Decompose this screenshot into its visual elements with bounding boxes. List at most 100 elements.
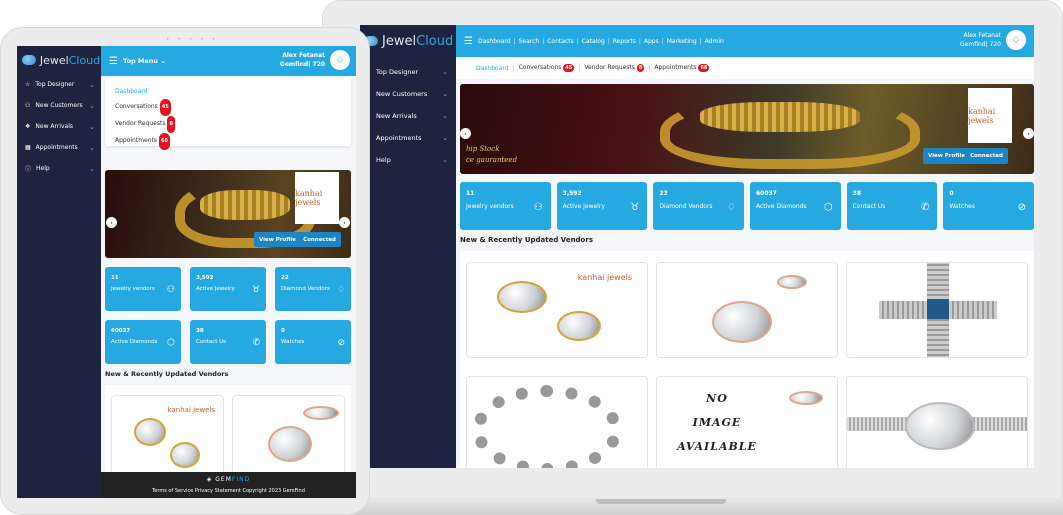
stats-grid: 11 Jewelry vendors ⚇ 3,592 Active Jewelry ♉ … (105, 267, 351, 364)
stat-card-active-diamonds[interactable]: 60037 Active Diamonds ⬡ (749, 182, 841, 230)
vendor-card[interactable] (466, 375, 648, 468)
logo-text-part1: Jewel (39, 53, 69, 67)
menu-item-dashboard[interactable]: Dashboard (115, 84, 341, 99)
sidebar-item-help[interactable]: Help ⌄ (360, 149, 456, 171)
vendor-card[interactable] (232, 395, 345, 475)
diamond-icon: ♢ (727, 202, 736, 213)
connected-button[interactable]: Connected (298, 232, 341, 247)
sidebar-item-top-designer[interactable]: ☆ Top Designer ⌄ (17, 74, 101, 95)
menu-item-appointments[interactable]: Appointments 68 (115, 133, 341, 150)
logo-text-part2: Cloud (416, 33, 454, 49)
footer-links[interactable]: Terms of Service Privacy Statement Copyr… (101, 488, 356, 494)
carousel-next-icon[interactable]: › (339, 217, 350, 228)
stat-card-active-diamonds[interactable]: 60037 Active Diamonds ⬡ (105, 320, 181, 364)
nav-search[interactable]: Search (519, 38, 540, 45)
sidebar-item-new-arrivals[interactable]: ❖ New Arrivals ⌄ (17, 116, 101, 137)
menu-item-label: Vendor Requests (115, 120, 166, 127)
sidebar-item-help[interactable]: ⓘ Help ⌄ (17, 158, 101, 179)
stat-value: 38 (852, 190, 862, 197)
sidebar-item-label: New Arrivals (376, 112, 417, 120)
vendor-card[interactable]: kanhai jewels (111, 395, 224, 475)
stat-card-jewelry-vendors[interactable]: 11 Jewelry vendors ⚇ (460, 182, 551, 230)
nav-marketing[interactable]: Marketing (667, 38, 697, 45)
stat-card-active-jewelry[interactable]: 3,592 Active Jewelry ♉ (190, 267, 266, 311)
desktop-screen: Jewel Cloud Top Designer ⌄ New Customers ⌄ … (360, 25, 1034, 468)
stat-label: Active Diamonds (111, 339, 158, 345)
top-menu-toggle[interactable]: Top Menu ⌄ (123, 57, 166, 65)
sidebar-item-label: Appointments (35, 144, 78, 151)
stat-value: 3,592 (562, 190, 582, 197)
count-badge: 68 (159, 133, 171, 150)
stat-card-watches[interactable]: 0 Watches ⊘ (275, 320, 351, 364)
banner-text: hip Stock ce gauranteed (466, 145, 518, 164)
stat-card-contact-us[interactable]: 38 Contact Us ✆ (190, 320, 266, 364)
users-icon: ⚇ (533, 202, 543, 213)
sidebar-item-new-customers[interactable]: New Customers ⌄ (360, 83, 456, 105)
vendor-card[interactable] (656, 262, 838, 358)
avatar[interactable]: ◇ (1006, 30, 1026, 50)
nav-reports[interactable]: Reports (613, 38, 636, 45)
user-menu[interactable]: Alex Fetanat Gemfind| 720 ◇ (960, 30, 1026, 50)
carousel-prev-icon[interactable]: ‹ (106, 217, 117, 228)
nav-contacts[interactable]: Contacts (547, 38, 573, 45)
tablet-screen: Jewel Cloud ☆ Top Designer ⌄ ⚇ New Customers… (17, 46, 356, 498)
sidebar-item-new-customers[interactable]: ⚇ New Customers ⌄ (17, 95, 101, 116)
view-profile-button[interactable]: View Profile (254, 232, 301, 247)
stat-card-watches[interactable]: 0 Watches ⊘ (943, 182, 1034, 230)
sidebar-item-new-arrivals[interactable]: New Arrivals ⌄ (360, 105, 456, 127)
vendor-card[interactable]: NO IMAGE AVAILABLE (656, 375, 838, 468)
sidebar-item-label: Help (36, 165, 50, 172)
tab-vendor-requests[interactable]: Vendor Requests 8 (584, 64, 645, 72)
stat-value: 60037 (111, 328, 131, 334)
vendor-card[interactable] (846, 262, 1028, 358)
chevron-down-icon: ⌄ (442, 156, 448, 164)
vendor-card[interactable] (846, 375, 1028, 468)
stat-label: Watches (281, 339, 305, 345)
halo-ring-image (905, 401, 975, 450)
stat-card-contact-us[interactable]: 38 Contact Us ✆ (846, 182, 938, 230)
sidebar-item-appointments[interactable]: ▦ Appointments ⌄ (17, 137, 101, 158)
nav-apps[interactable]: Apps (644, 38, 659, 45)
tab-appointments[interactable]: Appointments 68 (654, 64, 710, 72)
stat-label: Contact Us (852, 203, 886, 210)
menu-item-vendor-requests[interactable]: Vendor Requests 8 (115, 116, 341, 133)
sidebar-item-top-designer[interactable]: Top Designer ⌄ (360, 61, 456, 83)
stat-card-diamond-vendors[interactable]: 22 Diamond Vendors ♢ (275, 267, 351, 311)
stat-label: Active Jewelry (196, 286, 235, 292)
connected-button[interactable]: Connected (965, 148, 1008, 164)
user-menu[interactable]: Alex Fetanat Gemfind| 720 ◇ (280, 50, 350, 70)
nav-catalog[interactable]: Catalog (582, 38, 605, 45)
tab-dashboard[interactable]: Dashboard (476, 65, 509, 72)
top-menu-dropdown: Dashboard Conversations 45 Vendor Request… (105, 78, 351, 150)
chevron-down-icon: ⌄ (89, 80, 95, 89)
view-profile-button[interactable]: View Profile (923, 148, 970, 164)
vendor-logo: kanhai jewels (295, 172, 339, 224)
gemfind-logo: ◈ GEMFIND (206, 476, 251, 483)
logo[interactable]: Jewel Cloud (360, 25, 456, 57)
menu-icon[interactable]: ☰ (464, 36, 473, 47)
stat-card-diamond-vendors[interactable]: 22 Diamond Vendors ♢ (653, 182, 744, 230)
tablet-frame: • • • • • Jewel Cloud ☆ Top Designer ⌄ ⚇ New… (0, 27, 370, 515)
sidebar-item-label: Appointments (376, 134, 422, 142)
sidebar-item-appointments[interactable]: Appointments ⌄ (360, 127, 456, 149)
sidebar-item-label: New Arrivals (35, 123, 74, 130)
vendor-card[interactable]: kanhai jewels (466, 262, 648, 358)
avatar[interactable]: ◇ (330, 50, 350, 70)
carousel-next-icon[interactable]: › (1023, 128, 1034, 139)
menu-item-conversations[interactable]: Conversations 45 (115, 99, 341, 116)
tab-label: Appointments (654, 64, 697, 71)
stat-value: 11 (111, 275, 119, 281)
user-name: Alex Fetanat (963, 32, 1002, 39)
stat-card-active-jewelry[interactable]: 3,592 Active Jewelry ♉ (556, 182, 648, 230)
logo[interactable]: Jewel Cloud (17, 46, 101, 74)
carousel-prev-icon[interactable]: ‹ (460, 128, 471, 139)
tablet-sidebar: Jewel Cloud ☆ Top Designer ⌄ ⚇ New Customers… (17, 46, 101, 498)
stat-card-jewelry-vendors[interactable]: 11 Jewelry vendors ⚇ (105, 267, 181, 311)
top-nav: Dashboard | Search | Contacts | Catalog | Re… (477, 37, 724, 45)
menu-icon[interactable]: ☰ (109, 56, 118, 67)
nav-dashboard[interactable]: Dashboard (478, 38, 511, 45)
nav-admin[interactable]: Admin (705, 38, 724, 45)
ring-thumbnail (777, 275, 807, 289)
phone-icon: ✆ (252, 338, 260, 348)
tab-conversations[interactable]: Conversations 45 (519, 64, 575, 72)
